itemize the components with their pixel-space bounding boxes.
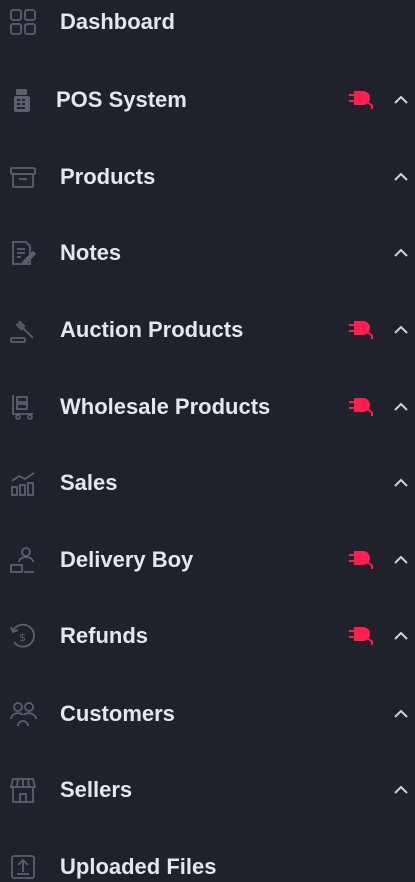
sidebar-item-label: Sellers <box>60 777 133 802</box>
pos-terminal-icon <box>8 85 38 115</box>
sidebar-item-sales[interactable]: Sales <box>0 453 415 513</box>
seller-shop-icon <box>8 775 38 805</box>
sidebar-item-refunds[interactable]: $ Refunds <box>0 606 415 666</box>
refund-coin-icon: $ <box>8 621 38 651</box>
sidebar-item-label: Delivery Boy <box>60 547 194 572</box>
sidebar-item-wholesale-products[interactable]: Wholesale Products <box>0 377 415 437</box>
sidebar-item-label: Sales <box>60 470 118 495</box>
box-icon <box>8 162 38 192</box>
sidebar-item-label: Products <box>60 164 156 189</box>
sidebar-item-label: Uploaded Files <box>60 854 217 879</box>
chevron-up-icon[interactable] <box>392 550 410 570</box>
admin-sidebar-menu: Dashboard POS System Products Notes Auct… <box>0 0 415 882</box>
sidebar-item-label: Dashboard <box>60 9 175 34</box>
addon-plug-icon <box>349 625 379 647</box>
chevron-up-icon[interactable] <box>392 704 410 724</box>
chevron-up-icon[interactable] <box>392 320 410 340</box>
sidebar-item-delivery-boy[interactable]: Delivery Boy <box>0 530 415 590</box>
customers-group-icon <box>8 699 38 729</box>
svg-text:$: $ <box>19 631 26 644</box>
chevron-up-icon[interactable] <box>392 473 410 493</box>
addon-plug-icon <box>349 396 379 418</box>
addon-plug-icon <box>349 89 379 111</box>
sales-chart-icon <box>8 468 38 498</box>
addon-plug-icon <box>349 319 379 341</box>
sidebar-item-label: Customers <box>60 701 175 726</box>
sidebar-item-label: Notes <box>60 240 122 265</box>
chevron-up-icon[interactable] <box>392 397 410 417</box>
sidebar-item-label: Wholesale Products <box>60 394 271 419</box>
auction-gavel-icon <box>8 315 38 345</box>
sidebar-item-customers[interactable]: Customers <box>0 684 415 744</box>
sidebar-item-sellers[interactable]: Sellers <box>0 760 415 820</box>
addon-plug-icon <box>349 549 379 571</box>
sidebar-item-pos-system[interactable]: POS System <box>0 70 415 130</box>
sidebar-item-dashboard[interactable]: Dashboard <box>0 0 415 52</box>
note-edit-icon <box>8 238 38 268</box>
sidebar-item-auction-products[interactable]: Auction Products <box>0 300 415 360</box>
chevron-up-icon[interactable] <box>392 626 410 646</box>
sidebar-item-products[interactable]: Products <box>0 147 415 207</box>
chevron-up-icon[interactable] <box>392 780 410 800</box>
sidebar-item-notes[interactable]: Notes <box>0 223 415 283</box>
sidebar-item-uploaded-files[interactable]: Uploaded Files <box>0 837 415 882</box>
sidebar-item-label: Auction Products <box>60 317 244 342</box>
wholesale-cart-icon <box>8 392 38 422</box>
chevron-up-icon[interactable] <box>392 167 410 187</box>
dashboard-grid-icon <box>8 7 38 37</box>
sidebar-item-label: POS System <box>56 87 187 112</box>
sidebar-item-label: Refunds <box>60 623 148 648</box>
chevron-up-icon[interactable] <box>392 90 410 110</box>
upload-file-icon <box>8 852 38 882</box>
chevron-up-icon[interactable] <box>392 243 410 263</box>
delivery-person-icon <box>8 545 38 575</box>
